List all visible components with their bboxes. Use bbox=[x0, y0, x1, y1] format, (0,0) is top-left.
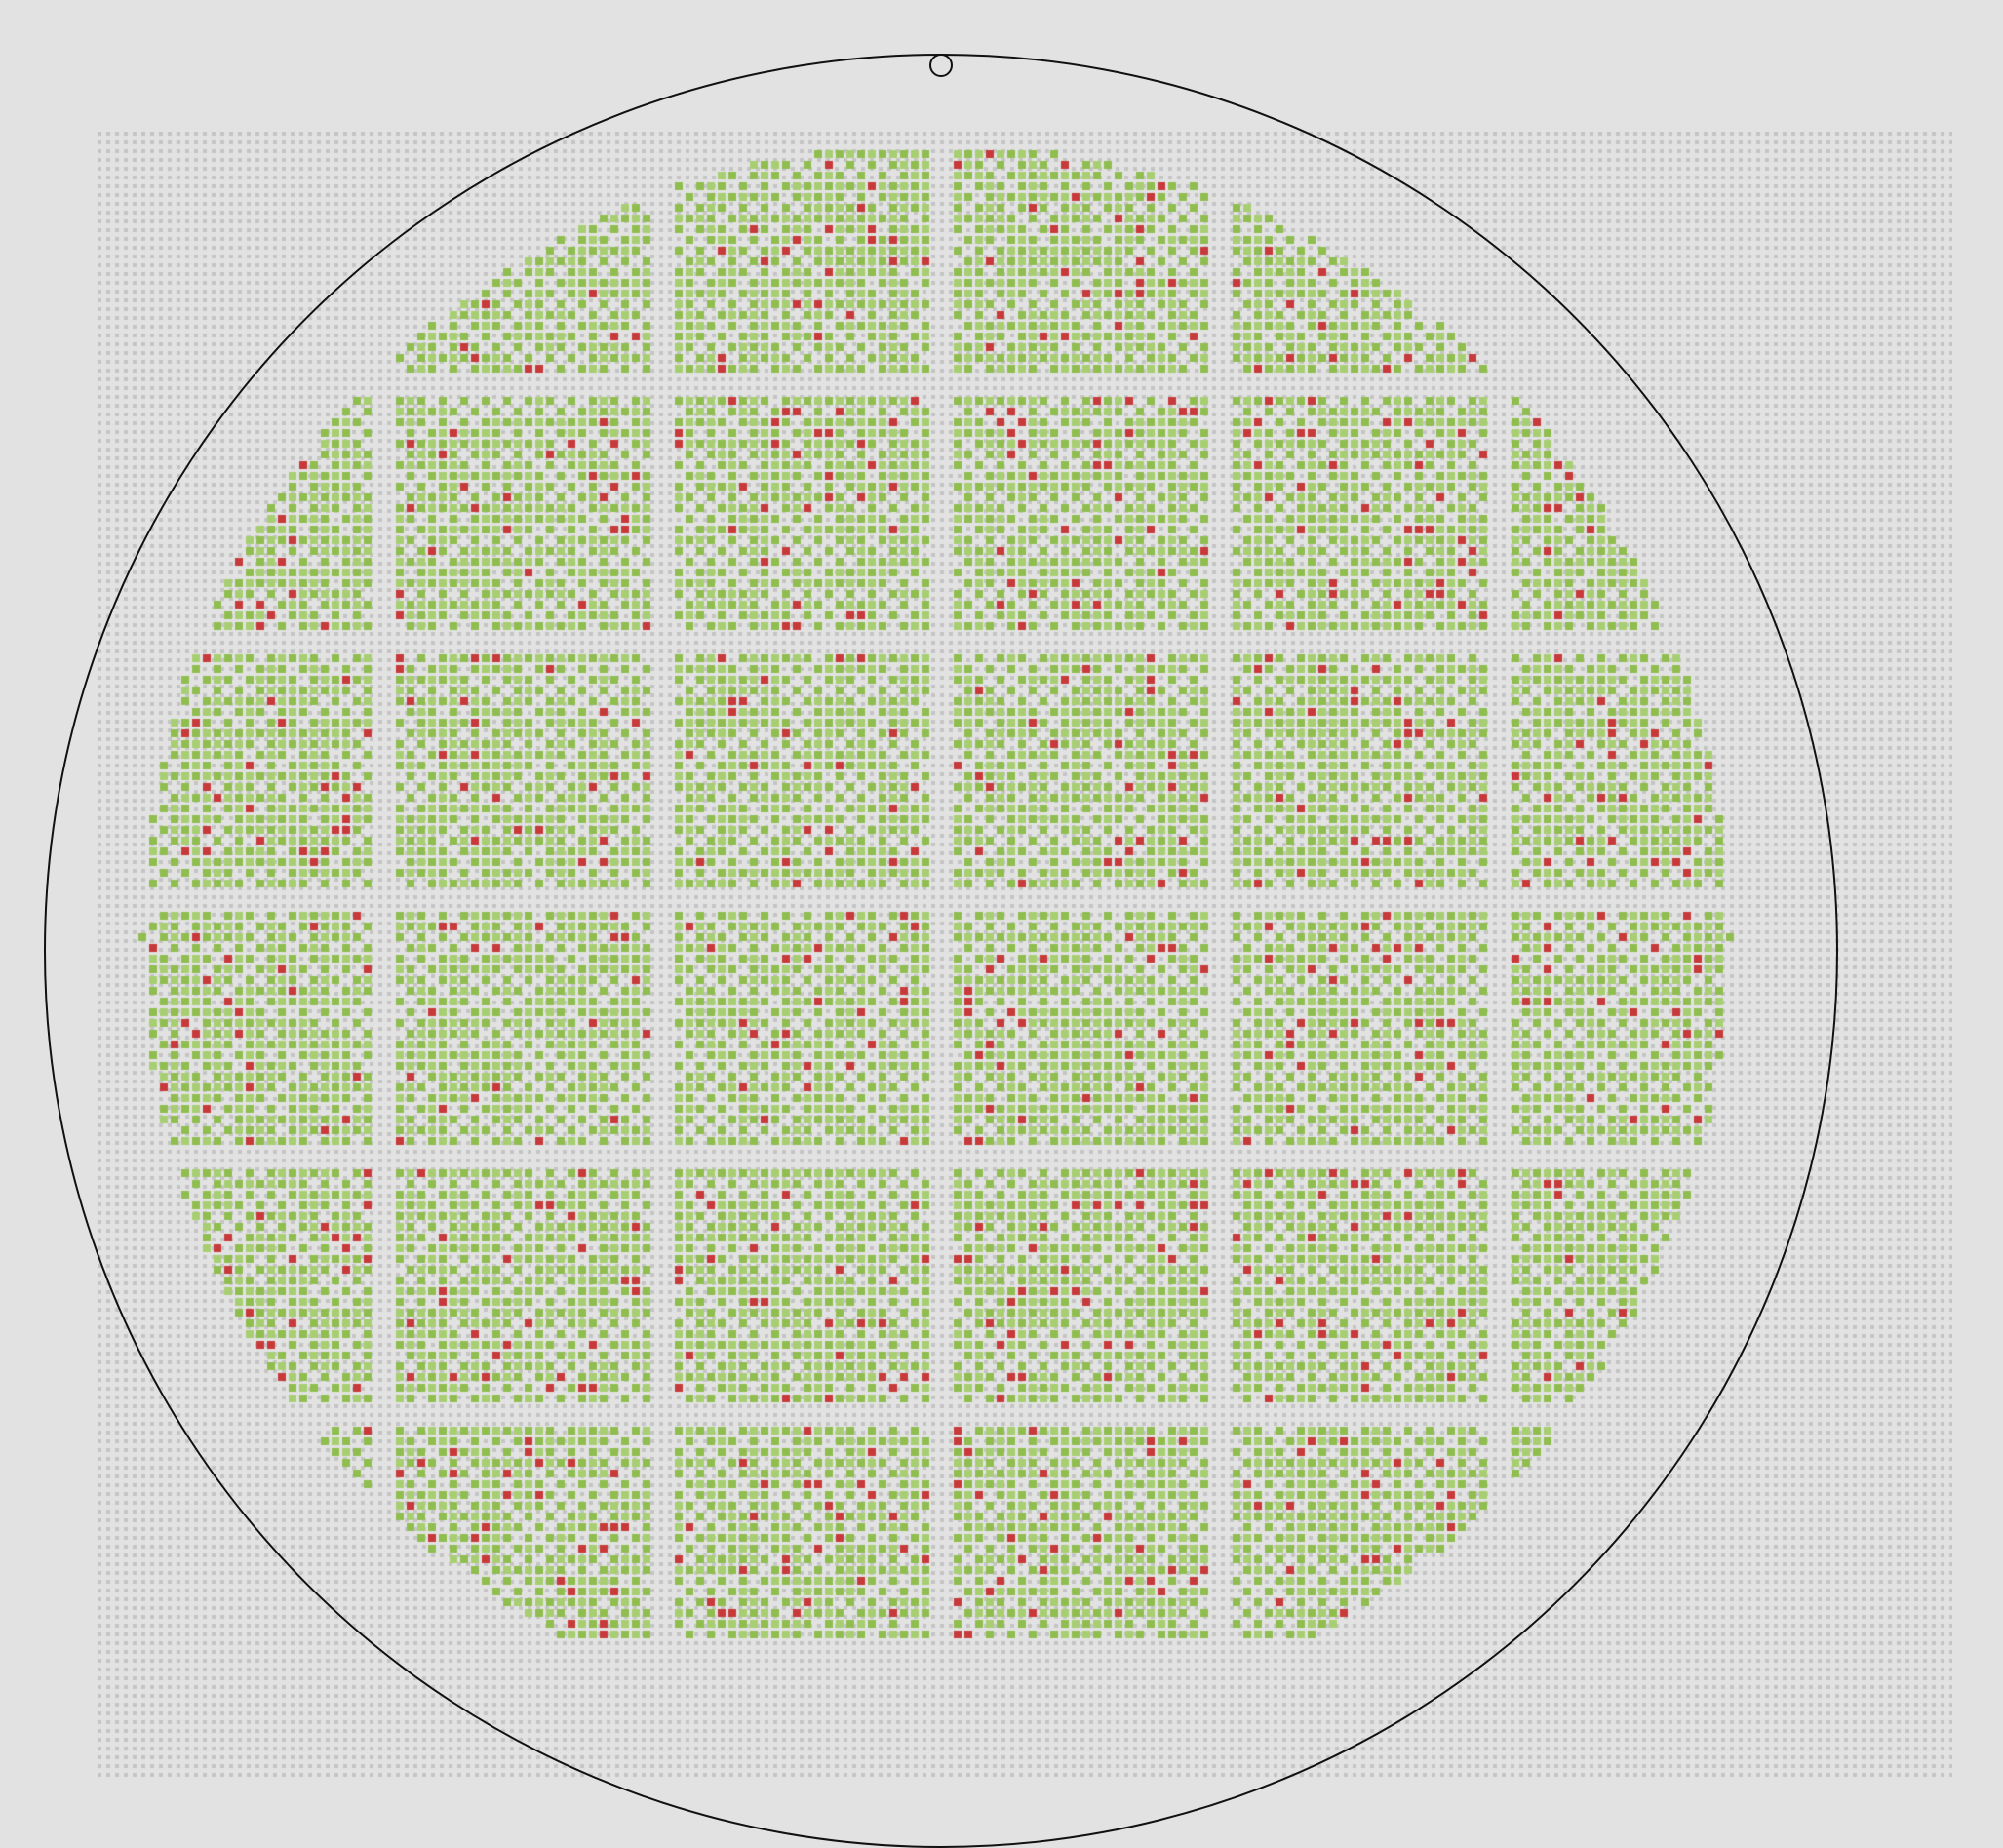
wafer-notch bbox=[929, 54, 953, 77]
wafer-map-viewport[interactable] bbox=[0, 0, 2003, 1829]
wafer-outline-circle bbox=[44, 54, 1838, 1848]
